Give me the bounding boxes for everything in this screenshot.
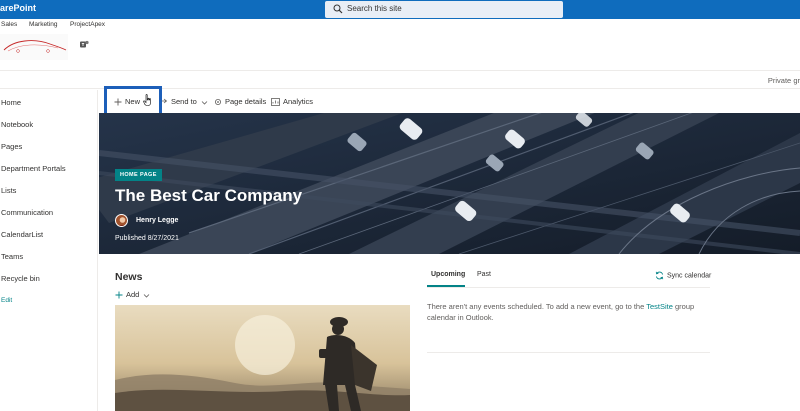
page-details-label: Page details [225, 97, 267, 106]
chevron-down-icon [201, 100, 208, 105]
nav-item-department-portals[interactable]: Department Portals [1, 164, 66, 173]
search-placeholder: Search this site [347, 4, 402, 13]
site-logo[interactable] [0, 34, 68, 60]
events-divider [427, 352, 710, 353]
analytics-icon [271, 98, 280, 106]
analytics-button[interactable]: Analytics [271, 97, 313, 106]
news-add-button[interactable]: Add [115, 290, 150, 299]
sync-calendar-label: Sync calendar [667, 272, 712, 280]
teams-icon[interactable] [80, 40, 89, 49]
suite-bar: arePoint Search this site [0, 0, 800, 19]
nav-item-lists[interactable]: Lists [1, 186, 16, 195]
tab-past[interactable]: Past [477, 271, 491, 278]
hero-banner[interactable]: HOME PAGE The Best Car Company Henry Leg… [99, 113, 800, 254]
hub-nav-item-marketing[interactable]: Marketing [29, 21, 58, 28]
nav-item-recycle-bin[interactable]: Recycle bin [1, 274, 40, 283]
testsite-link[interactable]: TestSite [646, 302, 673, 311]
events-empty-message: There aren't any events scheduled. To ad… [427, 301, 697, 323]
author-avatar[interactable] [115, 214, 128, 227]
plus-icon [115, 291, 123, 299]
hero-page-badge: HOME PAGE [115, 169, 162, 181]
sync-icon [655, 271, 664, 280]
nav-item-notebook[interactable]: Notebook [1, 120, 33, 129]
nav-item-calendarlist[interactable]: CalendarList [1, 230, 43, 239]
send-to-label: Send to [171, 97, 197, 106]
page-details-button[interactable]: Page details [214, 97, 266, 106]
chevron-down-icon [144, 293, 150, 298]
news-title: News [115, 271, 143, 283]
command-bar: New Send to Page details Analytics [100, 90, 800, 113]
left-nav: Home Notebook Pages Department Portals L… [0, 90, 98, 411]
nav-item-communication[interactable]: Communication [1, 208, 53, 217]
hero-published-date: Published 8/27/2021 [115, 235, 179, 242]
tab-upcoming[interactable]: Upcoming [431, 271, 465, 278]
analytics-label: Analytics [283, 97, 314, 106]
news-article-image[interactable] [115, 305, 410, 411]
news-add-label: Add [126, 290, 140, 299]
nav-edit-link[interactable]: Edit [1, 297, 12, 304]
events-message-text: There aren't any events scheduled. To ad… [427, 302, 647, 311]
sync-calendar-button[interactable]: Sync calendar [655, 271, 711, 280]
app-name[interactable]: arePoint [0, 3, 36, 13]
search-input[interactable]: Search this site [325, 1, 563, 18]
send-to-button[interactable]: Send to [160, 97, 211, 106]
nav-item-teams[interactable]: Teams [1, 252, 23, 261]
hero-image [99, 113, 800, 254]
nav-item-pages[interactable]: Pages [1, 142, 22, 151]
privacy-label: Private gr [767, 76, 800, 85]
search-icon [333, 4, 343, 14]
hub-nav-item-projectapex[interactable]: ProjectApex [70, 21, 105, 28]
nav-item-home[interactable]: Home [1, 98, 21, 107]
gear-icon [215, 99, 221, 106]
hero-author[interactable]: Henry Legge [136, 217, 178, 224]
tab-divider [427, 287, 710, 288]
hub-nav-item-sales[interactable]: Sales [1, 21, 17, 28]
hand-cursor-icon [143, 94, 151, 106]
hero-title: The Best Car Company [115, 186, 303, 205]
